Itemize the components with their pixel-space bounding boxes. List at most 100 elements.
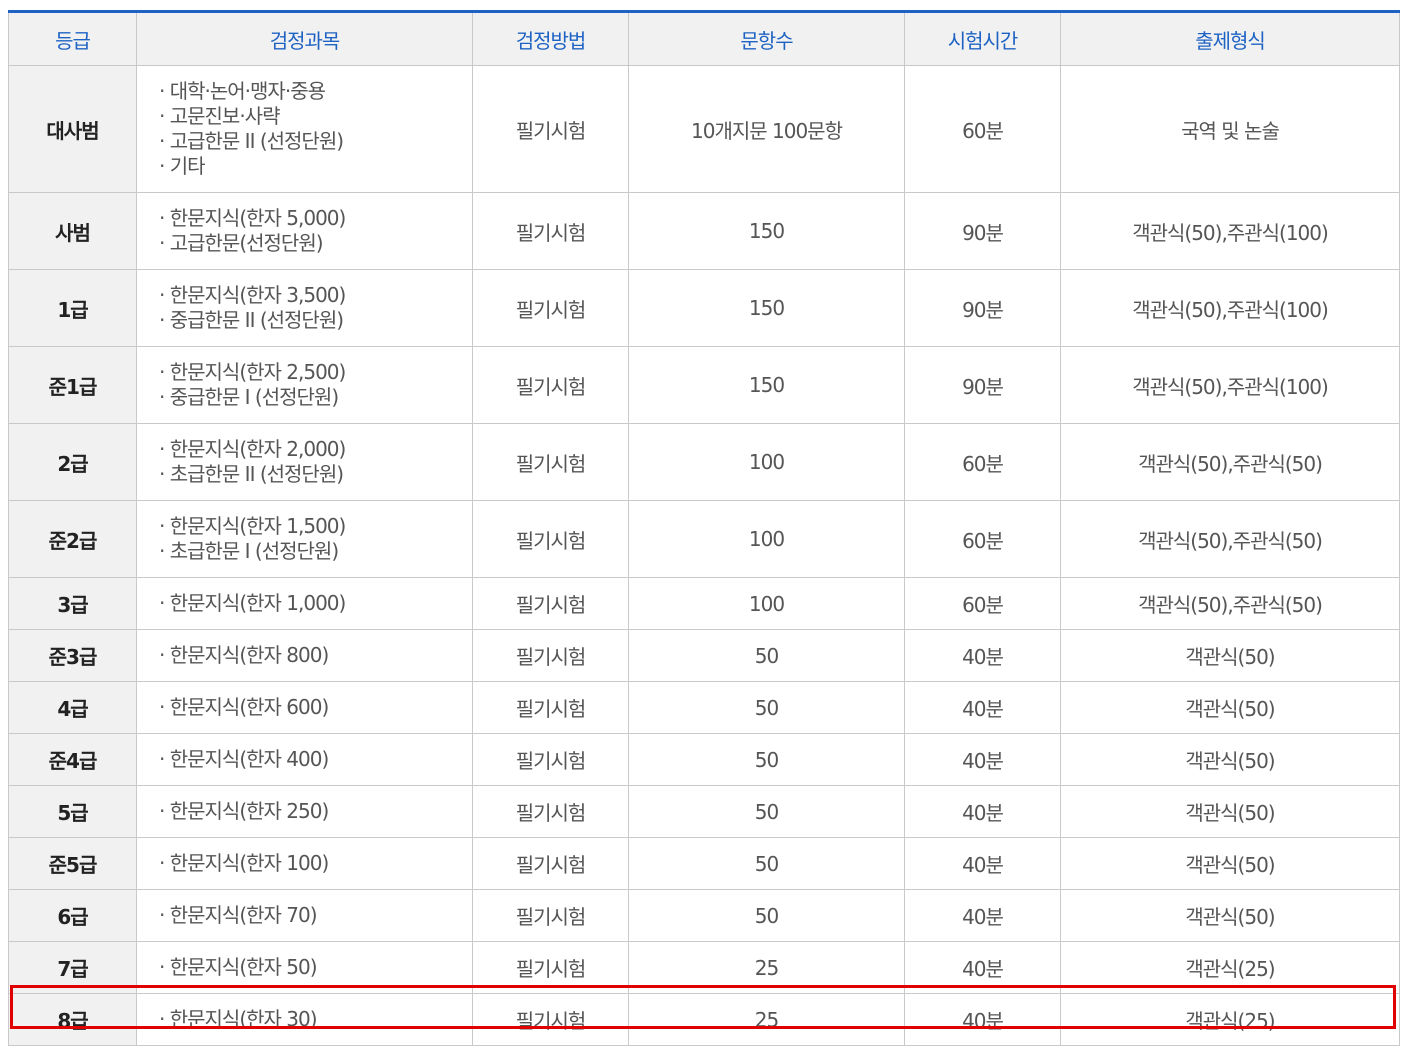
count-cell: 10개지문 100문항 <box>628 65 905 193</box>
subject-item: 한문지식(한자 5,000) <box>159 206 472 231</box>
count-cell: 50 <box>628 733 905 786</box>
time-cell: 40분 <box>904 681 1061 734</box>
header-count: 문항수 <box>628 11 905 66</box>
count-cell: 150 <box>628 192 905 270</box>
count-cell: 100 <box>628 423 905 501</box>
subject-item: 중급한문 II (선정단원) <box>159 308 472 333</box>
subject-item: 한문지식(한자 70) <box>159 903 472 928</box>
subjects-cell: 한문지식(한자 3,500)중급한문 II (선정단원) <box>136 269 473 347</box>
grade-cell: 4급 <box>8 681 137 734</box>
format-cell: 객관식(50) <box>1060 733 1400 786</box>
subjects-cell: 한문지식(한자 250) <box>136 785 473 838</box>
grade-cell: 5급 <box>8 785 137 838</box>
subject-item: 한문지식(한자 100) <box>159 851 472 876</box>
time-cell: 40분 <box>904 837 1061 890</box>
table-row: 대사범대학·논어·맹자·중용고문진보·사략고급한문 II (선정단원)기타필기시… <box>8 65 1400 193</box>
time-cell: 60분 <box>904 577 1061 630</box>
subjects-cell: 한문지식(한자 600) <box>136 681 473 734</box>
format-cell: 객관식(50) <box>1060 681 1400 734</box>
table-row: 4급 한문지식(한자 600)필기시험5040분객관식(50) <box>8 681 1400 734</box>
format-cell: 객관식(25) <box>1060 993 1400 1046</box>
format-cell: 객관식(25) <box>1060 941 1400 994</box>
count-cell: 50 <box>628 837 905 890</box>
format-cell: 객관식(50) <box>1060 837 1400 890</box>
subject-item: 한문지식(한자 250) <box>159 799 472 824</box>
subject-item: 한문지식(한자 600) <box>159 695 472 720</box>
table-row: 1급한문지식(한자 3,500)중급한문 II (선정단원)필기시험15090분… <box>8 269 1400 347</box>
grade-cell: 3급 <box>8 577 137 630</box>
grade-cell: 7급 <box>8 941 137 994</box>
time-cell: 40분 <box>904 941 1061 994</box>
count-cell: 50 <box>628 681 905 734</box>
grade-cell: 8급 <box>8 993 137 1046</box>
method-cell: 필기시험 <box>472 889 629 942</box>
method-cell: 필기시험 <box>472 681 629 734</box>
grade-cell: 준4급 <box>8 733 137 786</box>
header-subjects: 검정과목 <box>136 11 473 66</box>
time-cell: 40분 <box>904 993 1061 1046</box>
count-cell: 150 <box>628 346 905 424</box>
table-body: 대사범대학·논어·맹자·중용고문진보·사략고급한문 II (선정단원)기타필기시… <box>8 65 1400 1046</box>
method-cell: 필기시험 <box>472 423 629 501</box>
grade-cell: 사범 <box>8 192 137 270</box>
time-cell: 40분 <box>904 889 1061 942</box>
table-row: 5급 한문지식(한자 250)필기시험5040분객관식(50) <box>8 785 1400 838</box>
subjects-cell: 한문지식(한자 1,500)초급한문 I (선정단원) <box>136 500 473 578</box>
count-cell: 50 <box>628 889 905 942</box>
format-cell: 객관식(50) <box>1060 629 1400 682</box>
header-time: 시험시간 <box>904 11 1061 66</box>
subjects-cell: 한문지식(한자 5,000)고급한문(선정단원) <box>136 192 473 270</box>
table-row: 2급한문지식(한자 2,000)초급한문 II (선정단원)필기시험10060분… <box>8 423 1400 501</box>
subject-item: 기타 <box>159 154 472 179</box>
format-cell: 국역 및 논술 <box>1060 65 1400 193</box>
grade-cell: 준5급 <box>8 837 137 890</box>
table-row: 6급 한문지식(한자 70)필기시험5040분객관식(50) <box>8 889 1400 942</box>
subject-item: 한문지식(한자 50) <box>159 955 472 980</box>
method-cell: 필기시험 <box>472 629 629 682</box>
grade-cell: 1급 <box>8 269 137 347</box>
time-cell: 90분 <box>904 346 1061 424</box>
time-cell: 60분 <box>904 65 1061 193</box>
subject-item: 대학·논어·맹자·중용 <box>159 79 472 104</box>
count-cell: 50 <box>628 785 905 838</box>
subjects-cell: 한문지식(한자 2,000)초급한문 II (선정단원) <box>136 423 473 501</box>
subject-item: 초급한문 II (선정단원) <box>159 462 472 487</box>
count-cell: 50 <box>628 629 905 682</box>
time-cell: 90분 <box>904 269 1061 347</box>
time-cell: 40분 <box>904 785 1061 838</box>
subjects-cell: 한문지식(한자 50) <box>136 941 473 994</box>
header-format: 출제형식 <box>1060 11 1400 66</box>
method-cell: 필기시험 <box>472 993 629 1046</box>
time-cell: 40분 <box>904 733 1061 786</box>
table-row: 8급 한문지식(한자 30)필기시험2540분객관식(25) <box>8 993 1400 1046</box>
table-row: 3급 한문지식(한자 1,000)필기시험10060분객관식(50),주관식(50… <box>8 577 1400 630</box>
count-cell: 150 <box>628 269 905 347</box>
time-cell: 40분 <box>904 629 1061 682</box>
table-row: 준4급 한문지식(한자 400)필기시험5040분객관식(50) <box>8 733 1400 786</box>
subject-item: 한문지식(한자 800) <box>159 643 472 668</box>
subjects-cell: 한문지식(한자 400) <box>136 733 473 786</box>
format-cell: 객관식(50),주관식(100) <box>1060 192 1400 270</box>
subject-item: 고급한문 II (선정단원) <box>159 129 472 154</box>
header-grade: 등급 <box>8 11 137 66</box>
grade-cell: 6급 <box>8 889 137 942</box>
table-row: 준2급한문지식(한자 1,500)초급한문 I (선정단원)필기시험10060분… <box>8 500 1400 578</box>
format-cell: 객관식(50),주관식(100) <box>1060 346 1400 424</box>
subject-item: 한문지식(한자 1,500) <box>159 514 472 539</box>
method-cell: 필기시험 <box>472 785 629 838</box>
method-cell: 필기시험 <box>472 65 629 193</box>
format-cell: 객관식(50) <box>1060 785 1400 838</box>
subject-item: 고문진보·사략 <box>159 104 472 129</box>
grade-exam-table: 등급 검정과목 검정방법 문항수 시험시간 출제형식 대사범대학·논어·맹자·중… <box>8 10 1400 1046</box>
time-cell: 60분 <box>904 423 1061 501</box>
subject-item: 고급한문(선정단원) <box>159 231 472 256</box>
format-cell: 객관식(50),주관식(50) <box>1060 577 1400 630</box>
grade-cell: 2급 <box>8 423 137 501</box>
format-cell: 객관식(50) <box>1060 889 1400 942</box>
subject-item: 한문지식(한자 2,000) <box>159 437 472 462</box>
method-cell: 필기시험 <box>472 346 629 424</box>
grade-cell: 준2급 <box>8 500 137 578</box>
table-row: 사범한문지식(한자 5,000)고급한문(선정단원)필기시험15090분객관식(… <box>8 192 1400 270</box>
subjects-cell: 대학·논어·맹자·중용고문진보·사략고급한문 II (선정단원)기타 <box>136 65 473 193</box>
time-cell: 90분 <box>904 192 1061 270</box>
